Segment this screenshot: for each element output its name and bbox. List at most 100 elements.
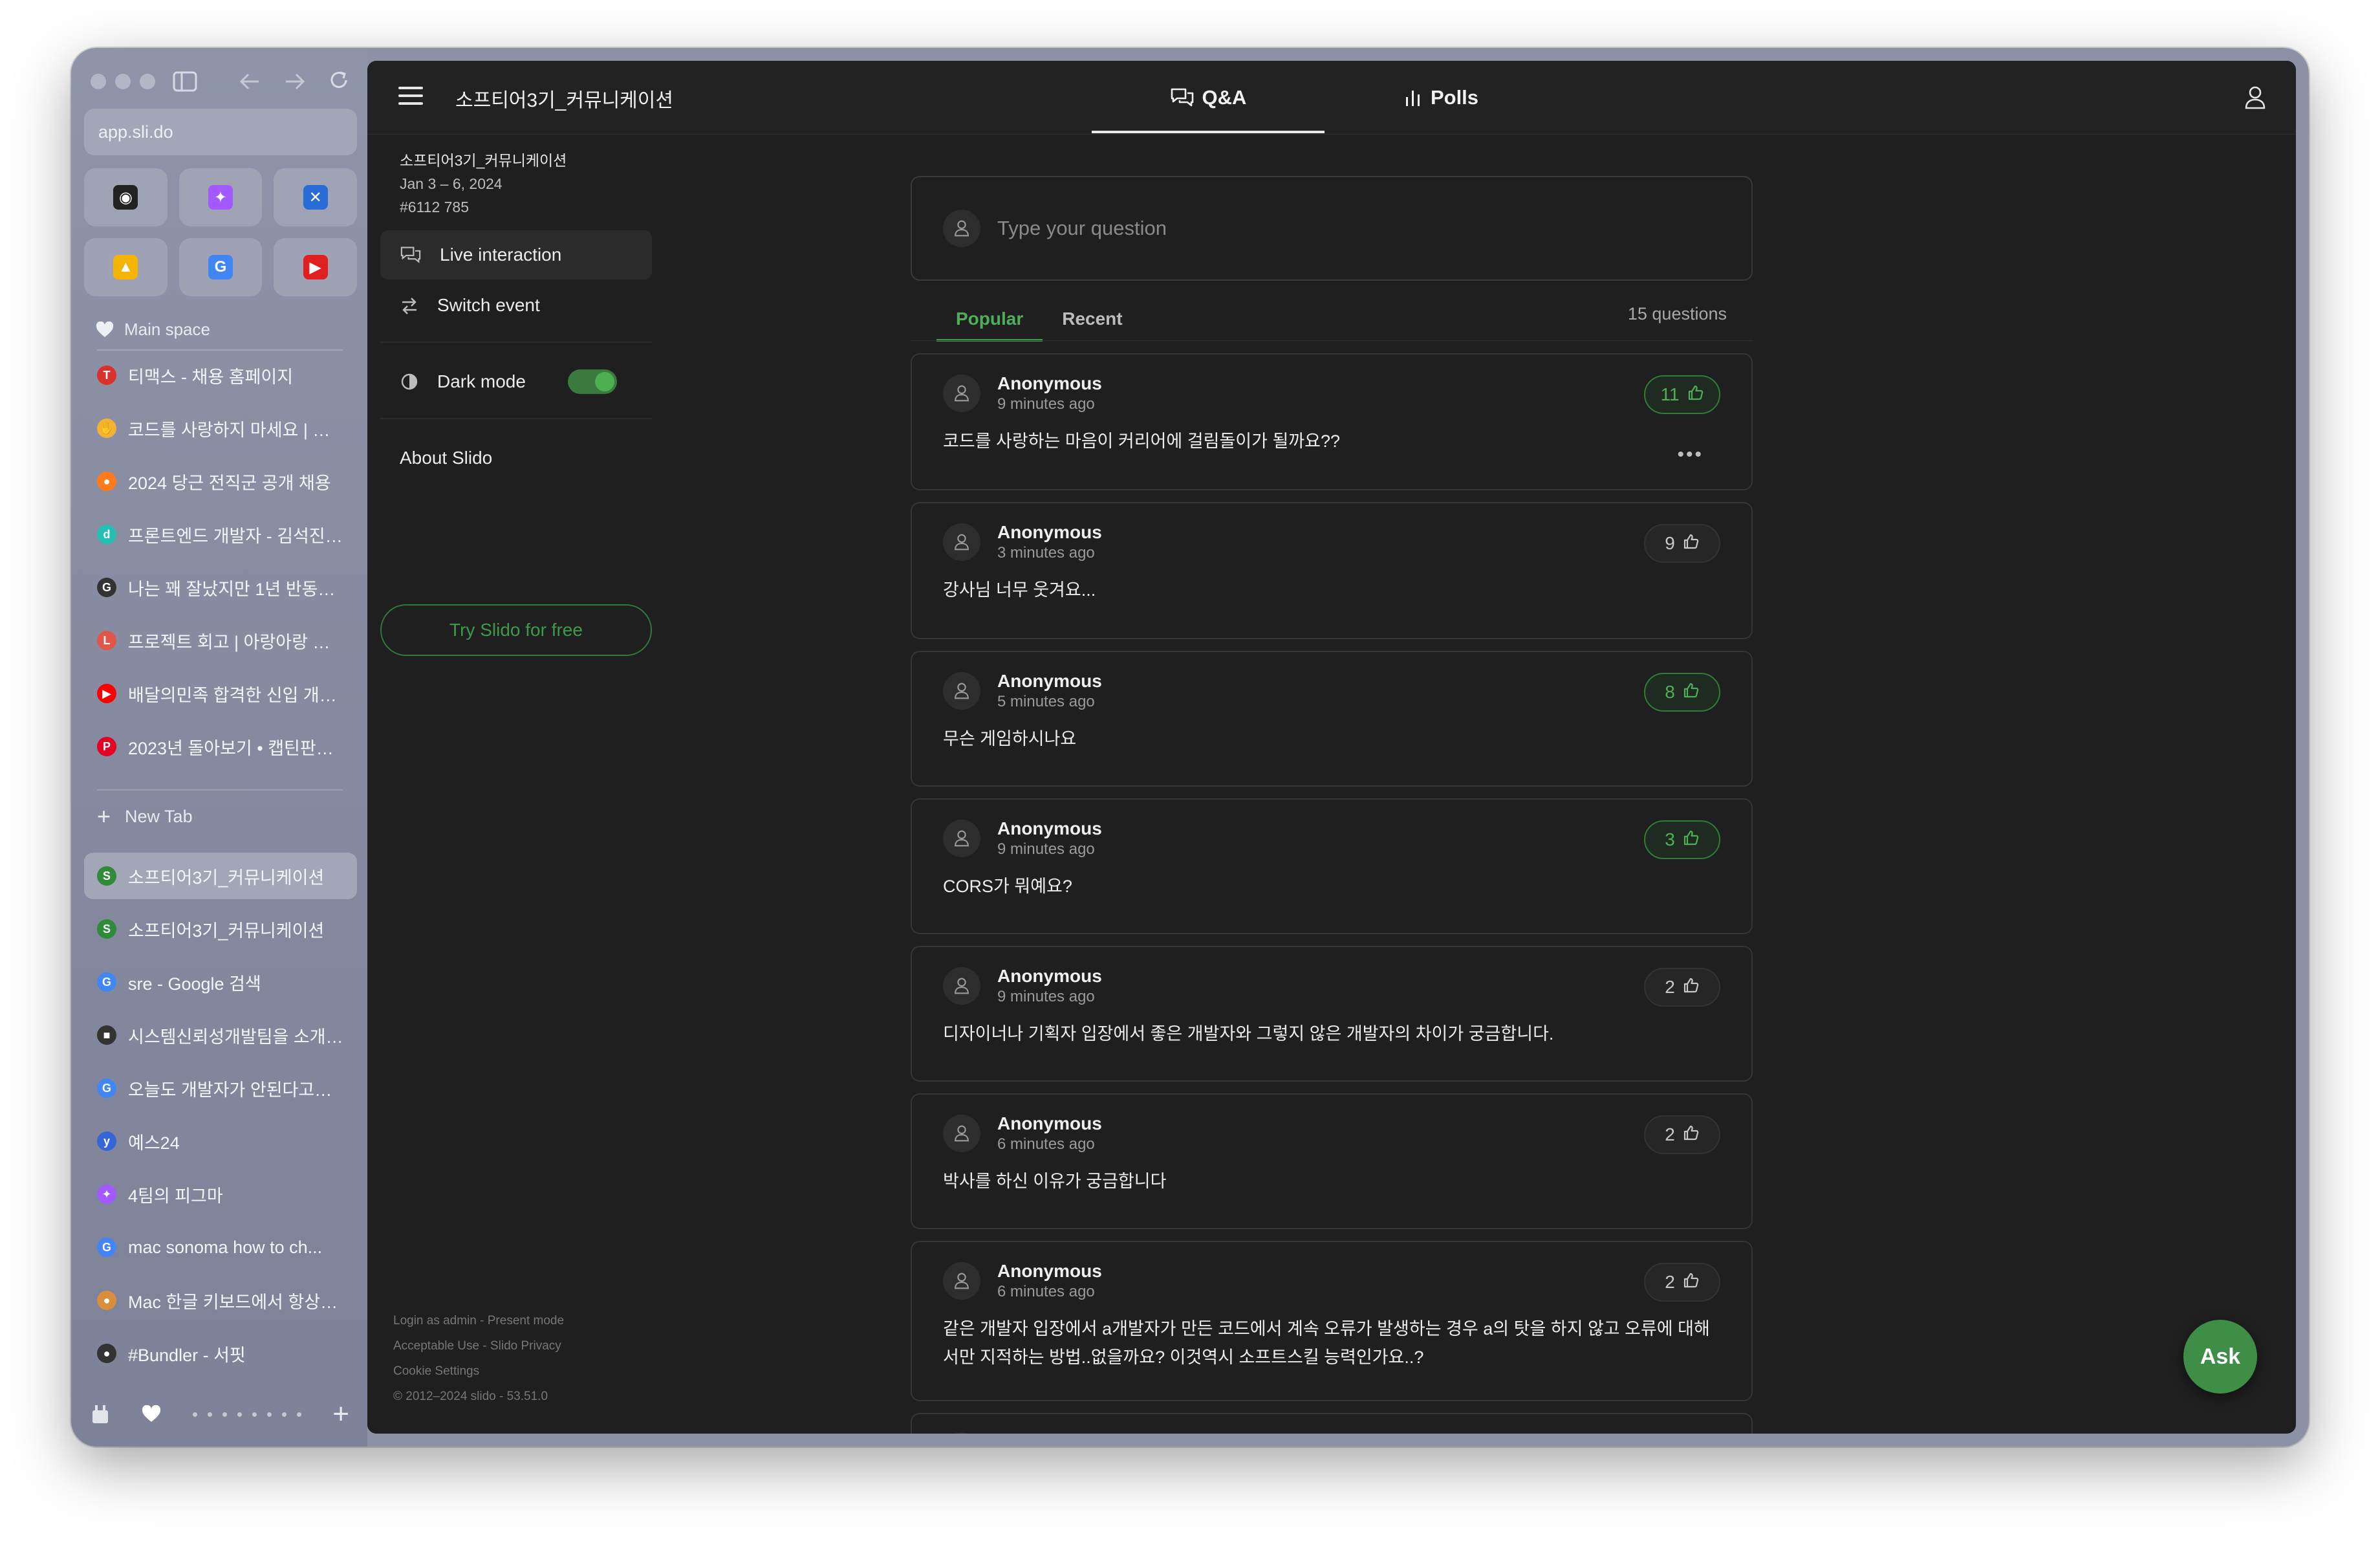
- question-header: Anonymous: [943, 1432, 1720, 1434]
- youtube-music-icon: ▶: [303, 255, 328, 279]
- sidebar-tab[interactable]: ● #Bundler - 서핏: [84, 1330, 357, 1377]
- upvote-count: 2: [1665, 1124, 1675, 1144]
- thumbs-up-icon: [1687, 384, 1704, 406]
- sidebar-tab[interactable]: T 티맥스 - 채용 홈페이지: [84, 352, 357, 399]
- menu-about-slido[interactable]: About Slido: [380, 433, 652, 483]
- url-bar[interactable]: app.sli.do: [84, 109, 357, 155]
- space-label[interactable]: Main space: [96, 320, 210, 340]
- close-window-button[interactable]: [91, 74, 106, 89]
- new-tab-button[interactable]: + New Tab: [97, 805, 193, 828]
- space-dots[interactable]: [192, 1412, 301, 1417]
- sidebar-tab[interactable]: Gmac sonoma how to ch...: [84, 1224, 357, 1271]
- sidebar-tab[interactable]: ■ 시스템신뢰성개발팀을 소개…: [84, 1012, 357, 1058]
- menu-live-interaction[interactable]: Live interaction: [380, 230, 652, 279]
- upvote-button[interactable]: 8: [1644, 673, 1720, 712]
- footer-copyright: © 2012–2024 slido - 53.51.0: [393, 1390, 548, 1403]
- favorite-tile[interactable]: ✕: [274, 168, 357, 226]
- question-card: Anonymous 6 minutes ago 박사를 하신 이유가 궁금합니다 2: [911, 1093, 1753, 1229]
- question-author: Anonymous: [997, 966, 1102, 986]
- sidebar-tab[interactable]: L 프로젝트 회고 | 아랑아랑 출…: [84, 617, 357, 664]
- ask-question-input[interactable]: Type your question: [911, 176, 1753, 281]
- question-text: 코드를 사랑하는 마음이 커리어에 걸림돌이가 될까요??: [943, 432, 1341, 451]
- archive-icon[interactable]: [91, 1404, 110, 1425]
- space-heart-icon[interactable]: [142, 1405, 161, 1423]
- back-arrow-icon[interactable]: [238, 71, 261, 92]
- minimize-window-button[interactable]: [115, 74, 131, 89]
- upvote-button[interactable]: 2: [1644, 968, 1720, 1007]
- ask-button[interactable]: Ask: [2183, 1320, 2257, 1393]
- live-interaction-icon: [400, 246, 421, 263]
- user-icon: [955, 385, 969, 402]
- dark-mode-icon: [401, 373, 418, 390]
- menu-switch-event-label: Switch event: [437, 295, 540, 315]
- wave-hand-icon: ✋: [97, 419, 116, 438]
- footer-cookie-link[interactable]: Cookie Settings: [393, 1359, 564, 1384]
- thumbs-up-icon: [1683, 977, 1700, 998]
- sidebar-tab[interactable]: S 소프티어3기_커뮤니케이션: [84, 853, 357, 899]
- question-author: Anonymous: [997, 373, 1102, 393]
- question-header: Anonymous 9 minutes ago: [943, 965, 1720, 1007]
- sort-tab-popular[interactable]: Popular: [936, 296, 1043, 342]
- upvote-button[interactable]: 11: [1644, 375, 1720, 414]
- forward-arrow-icon[interactable]: [283, 71, 307, 92]
- more-options-icon[interactable]: •••: [1677, 444, 1704, 466]
- sidebar-tab-label: 소프티어3기_커뮤니케이션: [128, 921, 325, 941]
- question-time: 6 minutes ago: [997, 1283, 1095, 1300]
- question-card: Anonymous 9 minutes ago 코드를 사랑하는 마음이 커리어에 …: [911, 353, 1753, 490]
- question-header: Anonymous 5 minutes ago: [943, 670, 1720, 712]
- sidebar-toggle-icon[interactable]: [172, 70, 198, 93]
- favorite-tile[interactable]: ▲: [84, 238, 168, 296]
- reload-icon[interactable]: [327, 69, 351, 92]
- event-meta-code: #6112 785: [400, 199, 470, 215]
- upvote-button[interactable]: 2: [1644, 1263, 1720, 1302]
- slido-icon: S: [97, 866, 116, 886]
- sidebar-tab[interactable]: G 오늘도 개발자가 안된다고…: [84, 1065, 357, 1111]
- ask-placeholder: Type your question: [997, 217, 1167, 239]
- sidebar-tab[interactable]: S 소프티어3기_커뮤니케이션: [84, 906, 357, 952]
- sidebar-tab[interactable]: Gsre - Google 검색: [84, 959, 357, 1005]
- upvote-button[interactable]: 2: [1644, 1115, 1720, 1154]
- tab-qa[interactable]: Q&A: [1092, 61, 1325, 135]
- upvote-count: 11: [1660, 384, 1680, 404]
- browser-window: app.sli.do ◉ ✦ ✕ ▲ G ▶ Main space T 티맥스 - 채용 홈…: [71, 48, 2309, 1447]
- footer-admin-link[interactable]: Login as admin - Present mode: [393, 1308, 564, 1333]
- pinned-tab-list: T 티맥스 - 채용 홈페이지 ✋ 코드를 사랑하지 마세요 | 하… ● 2024 당근…: [84, 352, 357, 776]
- menu-switch-event[interactable]: Switch event: [380, 281, 652, 330]
- favorite-tile[interactable]: ▶: [274, 238, 357, 296]
- upvote-count: 9: [1665, 533, 1675, 553]
- tab-polls[interactable]: Polls: [1325, 61, 1557, 135]
- upvote-button[interactable]: 9: [1644, 524, 1720, 563]
- sidebar-tab[interactable]: y 예스24: [84, 1118, 357, 1164]
- user-profile-icon[interactable]: [2244, 85, 2266, 110]
- try-slido-button[interactable]: Try Slido for free: [380, 604, 652, 656]
- sidebar-tab[interactable]: ● Mac 한글 키보드에서 항상…: [84, 1277, 357, 1324]
- favorite-tile[interactable]: ◉: [84, 168, 168, 226]
- dark-mode-toggle[interactable]: [568, 369, 617, 394]
- hamburger-menu-icon[interactable]: [398, 87, 423, 110]
- sidebar-tab[interactable]: ● 2024 당근 전직군 공개 채용: [84, 458, 357, 505]
- user-icon: [955, 683, 969, 699]
- sidebar-tab[interactable]: ▶ 배달의민족 합격한 신입 개…: [84, 670, 357, 717]
- sidebar-tab[interactable]: ✦ 4팀의 피그마: [84, 1171, 357, 1218]
- question-author-block: Anonymous 5 minutes ago: [997, 670, 1102, 712]
- browser-sidebar: app.sli.do ◉ ✦ ✕ ▲ G ▶ Main space T 티맥스 - 채용 홈…: [71, 48, 367, 1447]
- sidebar-tab[interactable]: d 프론트엔드 개발자 - 김석진…: [84, 511, 357, 558]
- anonymous-avatar: [943, 523, 980, 561]
- window-controls: [91, 74, 155, 89]
- main-tabs: Q&A Polls: [1092, 61, 1557, 135]
- switch-arrows-icon: [402, 298, 416, 314]
- question-header: Anonymous 6 minutes ago: [943, 1113, 1720, 1154]
- user-icon: [955, 830, 969, 847]
- sidebar-tab[interactable]: ✋ 코드를 사랑하지 마세요 | 하…: [84, 405, 357, 452]
- zoom-window-button[interactable]: [140, 74, 155, 89]
- sidebar-tab[interactable]: G 나는 꽤 잘났지만 1년 반동안…: [84, 564, 357, 611]
- add-space-icon[interactable]: +: [332, 1400, 349, 1428]
- upvote-button[interactable]: 3: [1644, 820, 1720, 859]
- favorite-tile[interactable]: ✦: [178, 168, 263, 226]
- sort-tab-recent[interactable]: Recent: [1043, 296, 1141, 342]
- question-time: 9 minutes ago: [997, 988, 1095, 1005]
- sidebar-tab[interactable]: P 2023년 돌아보기 • 캡틴판…: [84, 723, 357, 770]
- question-card: Anonymous 3 minutes ago 강사님 너무 웃겨요... 9: [911, 502, 1753, 639]
- footer-policy-link[interactable]: Acceptable Use - Slido Privacy: [393, 1333, 564, 1359]
- favorite-tile[interactable]: G: [178, 238, 263, 296]
